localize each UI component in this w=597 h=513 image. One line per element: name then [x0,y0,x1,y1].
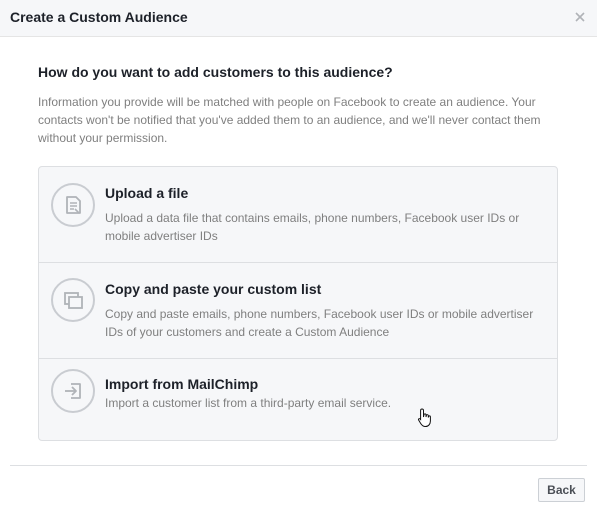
custom-audience-dialog: Create a Custom Audience How do you want… [0,0,597,513]
file-icon [51,183,95,227]
privacy-description: Information you provide will be matched … [38,95,541,145]
option-title: Import from MailChimp [105,376,259,392]
back-button[interactable]: Back [538,478,585,502]
option-description: Upload a data file that contains emails,… [105,211,520,243]
copy-paste-icon [51,278,95,322]
option-copy-paste[interactable]: Copy and paste your custom list Copy and… [39,263,557,359]
import-icon [51,369,95,413]
option-description: Copy and paste emails, phone numbers, Fa… [105,307,534,339]
option-import-mailchimp[interactable]: Import from MailChimp Import a customer … [39,359,557,440]
dialog-title: Create a Custom Audience [10,9,188,25]
option-title: Upload a file [105,185,189,201]
question-heading: How do you want to add customers to this… [38,64,393,80]
close-icon[interactable] [572,8,588,26]
option-upload-file[interactable]: Upload a file Upload a data file that co… [39,167,557,263]
options-list: Upload a file Upload a data file that co… [38,166,558,441]
dialog-header: Create a Custom Audience [0,0,597,37]
hand-cursor-icon [417,408,433,428]
option-title: Copy and paste your custom list [105,281,322,297]
option-description: Import a customer list from a third-part… [105,396,392,410]
footer-divider [10,465,587,466]
